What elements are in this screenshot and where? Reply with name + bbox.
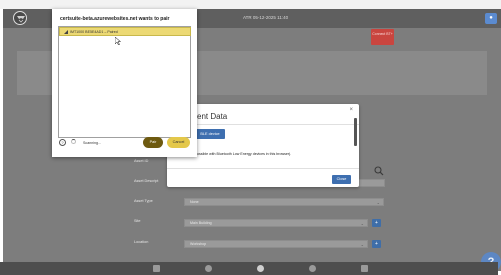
nav-home-icon[interactable]: [153, 265, 160, 272]
close-icon[interactable]: ×: [349, 107, 353, 113]
device-list: IMT1000 BE5E4AD1 – Paired: [58, 26, 191, 138]
pair-chooser-title: certsuite-beta.azurewebsites.net wants t…: [60, 16, 170, 22]
user-icon[interactable]: ●: [485, 13, 497, 24]
search-icon[interactable]: [374, 166, 384, 176]
chevron-down-icon: ⌄: [360, 242, 364, 247]
bluetooth-pair-chooser: certsuite-beta.azurewebsites.net wants t…: [52, 9, 197, 157]
cancel-button[interactable]: Cancel: [167, 137, 190, 148]
modal-footer-divider: [167, 168, 359, 169]
mouse-cursor-icon: [115, 37, 121, 45]
site-value: Main Building: [190, 221, 212, 225]
signal-strength-icon: [64, 30, 68, 34]
help-circle-icon[interactable]: ?: [59, 139, 66, 146]
chevron-down-icon: ⌄: [360, 221, 364, 226]
app-logo-icon[interactable]: [13, 11, 27, 25]
asset-description-field[interactable]: [358, 179, 385, 187]
location-label: Location: [134, 240, 149, 244]
connect-bt-button[interactable]: Connect BT+: [371, 29, 394, 45]
location-value: Workshop: [190, 242, 207, 246]
nav-settings-icon[interactable]: [309, 265, 316, 272]
browser-top-strip: [0, 0, 501, 9]
device-title: ATR 05-12-2025 11:40: [243, 15, 289, 20]
add-location-button[interactable]: +: [372, 240, 381, 248]
add-site-button[interactable]: +: [372, 219, 381, 227]
asset-type-value: None: [190, 200, 199, 204]
location-select[interactable]: Workshop ⌄: [184, 240, 368, 248]
asset-type-select[interactable]: None ⌄: [184, 198, 384, 206]
asset-type-label: Asset Type: [134, 199, 153, 203]
nav-sync-icon[interactable]: [361, 265, 368, 272]
spinner-icon: [71, 139, 76, 144]
site-label: Site: [134, 219, 141, 223]
nav-active-icon[interactable]: [257, 265, 264, 272]
bottom-nav-bar: [0, 262, 498, 275]
pair-button[interactable]: Pair: [143, 137, 163, 148]
scanning-status: Scanning...: [83, 141, 101, 145]
chevron-down-icon: ⌄: [376, 200, 380, 205]
modal-scrollbar[interactable]: [354, 118, 357, 146]
asset-description-label: Asset Descript: [134, 179, 159, 183]
nav-scan-icon[interactable]: [205, 265, 212, 272]
close-button[interactable]: Close: [332, 175, 351, 184]
device-list-item[interactable]: IMT1000 BE5E4AD1 – Paired: [59, 27, 191, 36]
device-name: IMT1000 BE5E4AD1 – Paired: [70, 30, 118, 34]
asset-id-label: Asset ID: [134, 159, 149, 163]
modal-title: ent Data: [197, 112, 228, 121]
site-select[interactable]: Main Building ⌄: [184, 219, 368, 227]
ble-device-button[interactable]: BLE device: [195, 129, 225, 139]
